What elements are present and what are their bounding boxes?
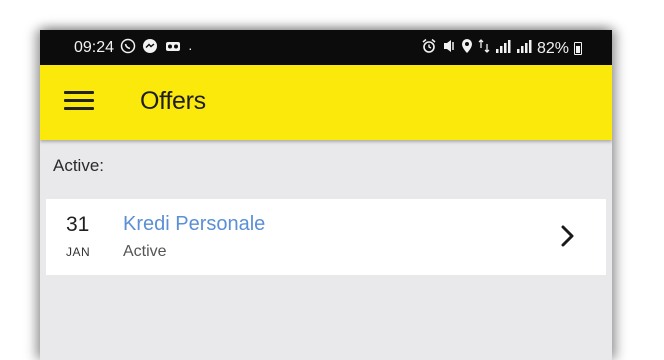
location-icon	[461, 38, 473, 59]
signal-icon	[516, 38, 532, 59]
offer-status: Active	[123, 243, 167, 260]
section-label-active: Active:	[53, 156, 105, 175]
status-time: 09:24	[74, 39, 115, 56]
chevron-right-icon[interactable]	[556, 223, 578, 249]
alarm-icon	[421, 38, 437, 59]
app-bar: Offers	[40, 65, 612, 140]
status-bar-left: 09:24 ·	[74, 38, 193, 58]
battery-percent: 82%	[536, 39, 569, 57]
status-bar: 09:24 · 82%	[40, 30, 612, 65]
whatsapp-icon	[120, 38, 136, 58]
offer-list-item[interactable]: 31 JAN Kredi Personale Active	[46, 199, 606, 275]
signal-icon	[495, 38, 511, 59]
status-dot: ·	[188, 40, 193, 56]
status-bar-right: 82%	[421, 38, 582, 59]
phone-screen: 09:24 · 82% Offers Active: 31 JAN Kredi …	[40, 30, 612, 360]
battery-icon	[574, 42, 582, 55]
hamburger-menu-icon[interactable]	[64, 91, 94, 113]
offer-date-month: JAN	[66, 245, 91, 259]
messenger-icon	[142, 38, 158, 58]
data-icon	[478, 38, 490, 59]
offer-title: Kredi Personale	[123, 213, 266, 235]
offer-date-day: 31	[66, 213, 90, 236]
mute-icon	[442, 38, 456, 59]
voicemail-icon	[164, 38, 182, 58]
page-title: Offers	[140, 87, 206, 115]
